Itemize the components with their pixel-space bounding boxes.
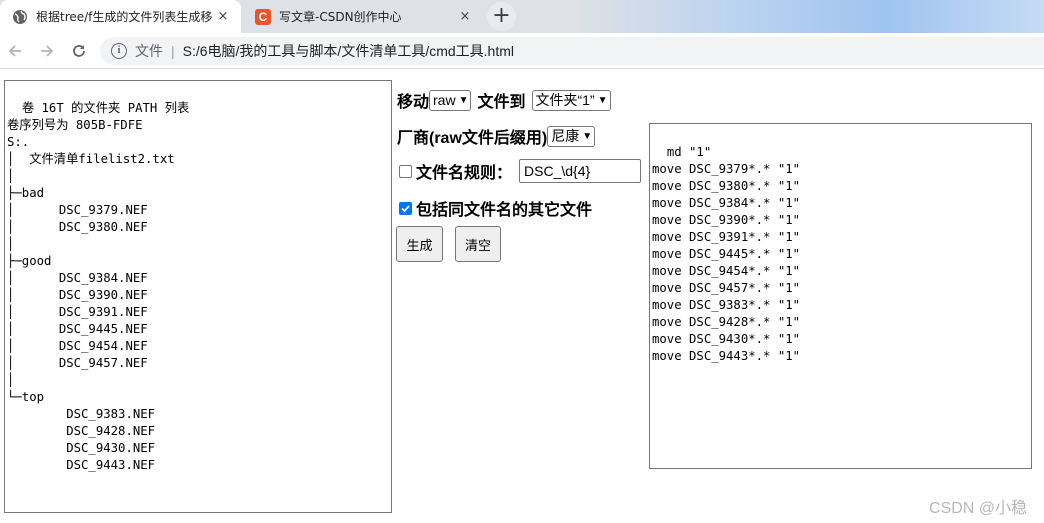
move-row: 移动 raw ▼ 文件到 文件夹“1” ▼	[397, 88, 611, 112]
to-label: 文件到	[477, 94, 526, 111]
same-name-label: 包括同文件名的其它文件	[416, 202, 593, 219]
tab-csdn[interactable]: C 写文章-CSDN创作中心 ×	[243, 0, 483, 33]
reload-icon[interactable]	[68, 40, 90, 62]
tree-input-textarea[interactable]: 卷 16T 的文件夹 PATH 列表 卷序列号为 805B-FDFE S:. │…	[4, 80, 392, 513]
filename-rule-label: 文件名规则：	[416, 165, 513, 182]
maker-select[interactable]: 尼康 ▼	[547, 125, 596, 147]
target-folder-select[interactable]: 文件夹“1” ▼	[531, 89, 611, 111]
clear-button[interactable]: 清空	[455, 226, 501, 262]
close-icon[interactable]: ×	[457, 9, 473, 25]
scheme-label: 文件	[135, 43, 163, 59]
file-type-select[interactable]: raw ▼	[429, 89, 472, 111]
globe-icon	[12, 9, 28, 25]
tab-strip: 根据tree/f生成的文件列表生成移 × C 写文章-CSDN创作中心 × +	[0, 0, 1044, 33]
resize-grip-icon[interactable]	[1020, 457, 1030, 467]
chevron-down-icon: ▼	[582, 130, 593, 142]
back-arrow-icon[interactable]	[4, 40, 26, 62]
same-name-checkbox[interactable]	[399, 201, 412, 215]
address-bar[interactable]: i 文件 | S:/6电脑/我的工具与脚本/文件清单工具/cmd工具.html	[100, 37, 1044, 65]
tab-title: 写文章-CSDN创作中心	[279, 10, 402, 24]
tab-title: 根据tree/f生成的文件列表生成移	[36, 10, 213, 24]
filename-rule-input[interactable]: DSC_\d{4}	[519, 159, 642, 183]
filename-rule-checkbox[interactable]	[399, 164, 412, 178]
url-text[interactable]: S:/6电脑/我的工具与脚本/文件清单工具/cmd工具.html	[183, 41, 514, 61]
csdn-logo-icon: C	[255, 8, 271, 25]
new-tab-button[interactable]: +	[487, 2, 516, 31]
maker-row: 厂商(raw文件后缀用) 尼康 ▼	[397, 124, 596, 148]
move-label: 移动	[397, 94, 430, 111]
info-icon[interactable]: i	[111, 43, 127, 59]
same-name-row: 包括同文件名的其它文件	[399, 196, 592, 220]
tree-listing-text: 卷 16T 的文件夹 PATH 列表 卷序列号为 805B-FDFE S:. │…	[7, 101, 190, 472]
tab-cmd-tool[interactable]: 根据tree/f生成的文件列表生成移 ×	[0, 0, 241, 33]
filename-rule-row: 文件名规则： DSC_\d{4}	[399, 159, 642, 183]
command-output-text: md "1" move DSC_9379*.* "1" move DSC_938…	[652, 145, 801, 363]
close-icon[interactable]: ×	[215, 9, 231, 25]
forward-arrow-icon[interactable]	[36, 40, 58, 62]
browser-toolbar: i 文件 | S:/6电脑/我的工具与脚本/文件清单工具/cmd工具.html	[0, 33, 1044, 69]
address-separator: |	[171, 43, 175, 59]
chevron-down-icon: ▼	[458, 94, 469, 106]
maker-label: 厂商(raw文件后缀用)	[397, 130, 548, 147]
chevron-down-icon: ▼	[597, 94, 608, 106]
watermark: CSDN @小稳	[929, 500, 1028, 517]
generate-button[interactable]: 生成	[396, 226, 443, 262]
resize-grip-icon[interactable]	[380, 501, 390, 511]
checkmark-icon	[401, 204, 410, 212]
command-output-textarea[interactable]: md "1" move DSC_9379*.* "1" move DSC_938…	[649, 123, 1032, 469]
